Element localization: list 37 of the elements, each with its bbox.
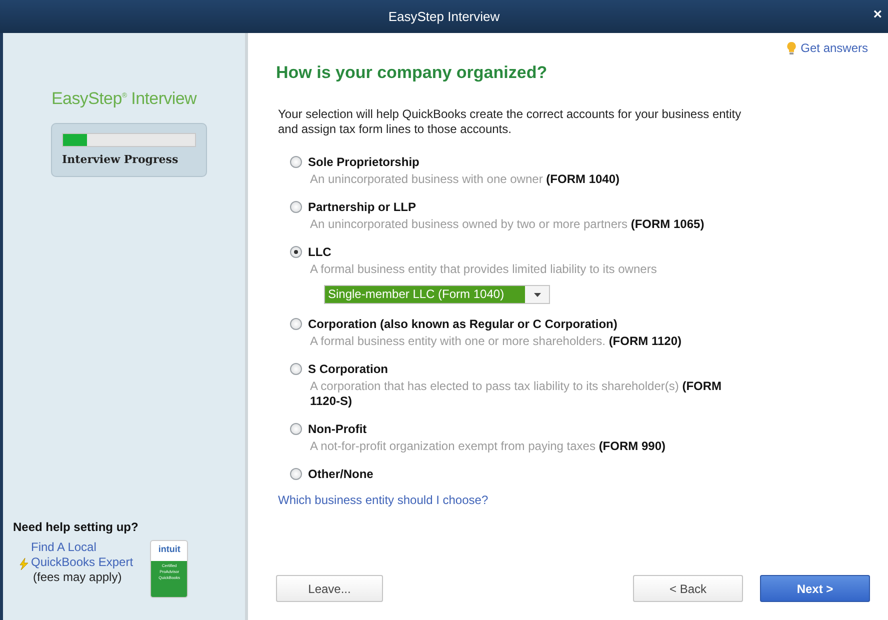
option-description: A formal business entity with one or more shareholders. (FORM 1120) <box>310 334 682 349</box>
option-description: A formal business entity that provides limited liability to its owners <box>310 262 658 277</box>
intro-text: Your selection will help QuickBooks create the correct accounts for your business entity and assign tax form lines to those accounts. <box>278 107 742 137</box>
app-logo: EasyStep$^{®}$ Interview <box>50 89 198 109</box>
option-description: An unincorporated business with one owner (FORM 1040) <box>310 172 621 187</box>
option-label[interactable]: LLC <box>308 245 332 259</box>
option-label[interactable]: Sole Proprietorship <box>308 155 420 169</box>
entity-help-link[interactable]: Which business entity should I choose? <box>278 493 870 507</box>
radio-button[interactable] <box>290 246 302 258</box>
radio-button[interactable] <box>290 318 302 330</box>
page-heading: How is your company organized? <box>276 63 548 83</box>
radio-button[interactable] <box>290 468 302 480</box>
radio-button[interactable] <box>290 363 302 375</box>
lightning-icon <box>19 558 29 570</box>
expert-link[interactable]: Find A Local QuickBooks Expert <box>31 540 137 570</box>
window-title: EasyStep Interview <box>388 9 500 24</box>
option-description: An unincorporated business owned by two or more partners (FORM 1065) <box>310 217 706 232</box>
progress-label: Interview Progress <box>62 153 180 166</box>
caret-icon <box>534 292 540 296</box>
radio-button[interactable] <box>290 156 302 168</box>
help-heading: Need help setting up? <box>13 520 138 534</box>
option-description: A not-for-profit organization exempt from paying taxes (FORM 990) <box>310 439 666 454</box>
next-button[interactable]: Next > <box>760 575 870 602</box>
lightbulb-icon <box>786 42 796 54</box>
back-button[interactable]: < Back <box>633 575 743 602</box>
option-label[interactable]: Non-Profit <box>308 422 367 436</box>
radio-button[interactable] <box>290 201 302 213</box>
option-label[interactable]: Corporation (also known as Regular or C Corporation) <box>308 317 618 331</box>
get-answers-link[interactable]: Get answers <box>800 41 868 55</box>
option-label[interactable]: S Corporation <box>308 362 388 376</box>
radio-button[interactable] <box>290 423 302 435</box>
fees-note: (fees may apply) <box>33 570 123 584</box>
option-description: A corporation that has elected to pass tax liability to its shareholder(s) (FORM 1120-S) <box>310 379 723 409</box>
option-label[interactable]: Other/None <box>308 467 374 481</box>
close-button[interactable]: × <box>871 6 884 23</box>
option-label[interactable]: Partnership or LLP <box>308 200 416 214</box>
leave-button[interactable]: Leave... <box>276 575 383 602</box>
